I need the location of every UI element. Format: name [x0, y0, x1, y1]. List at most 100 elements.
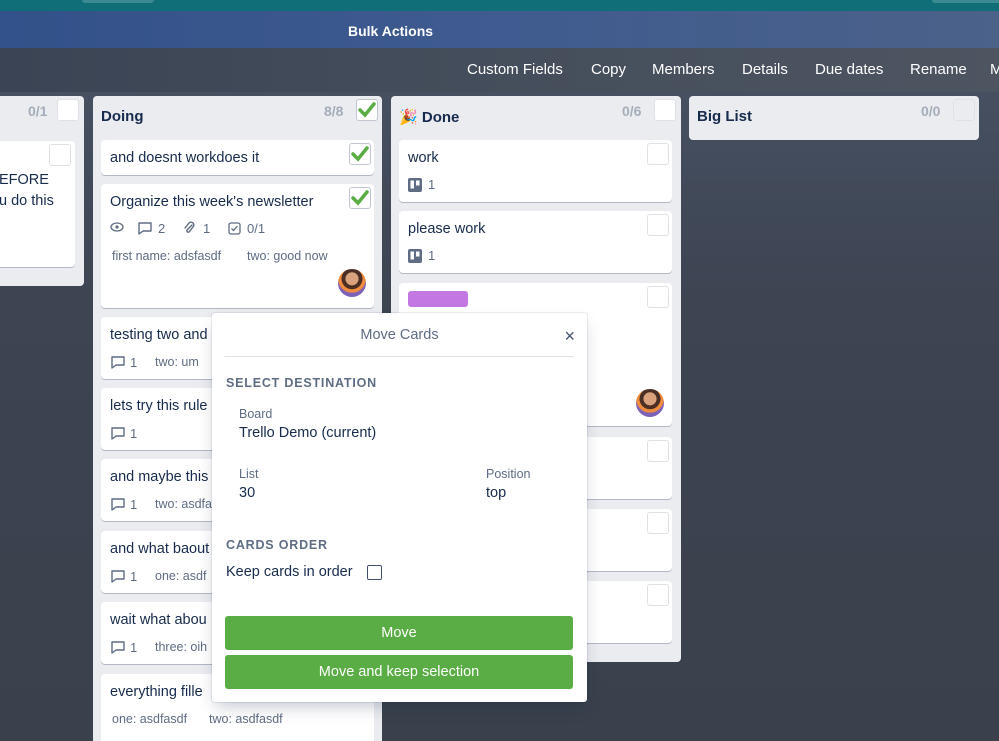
card-title: and what baout: [110, 541, 210, 557]
eye-icon: [110, 222, 124, 232]
card-title: please work: [408, 221, 486, 237]
comment-icon: [111, 498, 125, 511]
comment-icon: [111, 356, 125, 369]
card-select-checkbox[interactable]: [349, 143, 371, 165]
cards-order-heading: CARDS ORDER: [226, 538, 328, 552]
bulk-actions-toolbar: Custom Fields Copy Members Details Due d…: [0, 48, 999, 92]
top-app-bar: [0, 0, 999, 11]
card-title: wait what abou: [110, 612, 207, 628]
list-select[interactable]: 30: [239, 485, 255, 501]
list-left-partial: 0/1 EFORE u do this: [0, 96, 84, 286]
custom-field: two: asdfa: [155, 497, 212, 511]
list-label: List: [239, 467, 259, 481]
keep-order-checkbox[interactable]: [367, 565, 382, 580]
list-select-checkbox[interactable]: [356, 99, 378, 121]
attachment-icon: [184, 221, 195, 233]
custom-field: two: asdfasdf: [209, 712, 283, 726]
move-button[interactable]: Move: [225, 616, 573, 650]
rename-button[interactable]: Rename: [910, 61, 967, 78]
card-select-checkbox[interactable]: [49, 144, 71, 166]
card[interactable]: EFORE u do this: [0, 141, 75, 267]
custom-field: two: um: [155, 355, 199, 369]
trello-board-icon: [408, 249, 422, 263]
checklist-icon: [228, 222, 241, 235]
comment-icon: [111, 570, 125, 583]
list-select-checkbox[interactable]: [654, 99, 676, 121]
list-title: Big List: [697, 108, 752, 125]
list-count: 0/0: [921, 103, 941, 119]
close-icon[interactable]: ×: [564, 326, 575, 347]
list-count: 8/8: [324, 103, 344, 119]
trello-board-icon: [408, 178, 422, 192]
move-and-keep-selection-button[interactable]: Move and keep selection: [225, 655, 573, 689]
copy-button[interactable]: Copy: [591, 61, 626, 78]
custom-field: three: oih: [155, 640, 208, 654]
divider: [225, 356, 574, 357]
list-title: Doing: [101, 108, 144, 125]
avatar[interactable]: [337, 268, 367, 298]
comment-icon: [138, 222, 152, 235]
card[interactable]: work 1: [399, 140, 672, 202]
list-count: 0/1: [28, 103, 48, 119]
card-select-checkbox[interactable]: [349, 187, 371, 209]
board-select[interactable]: Trello Demo (current): [239, 425, 376, 441]
list-big: Big List 0/0: [689, 96, 979, 140]
attachment-count: 1: [203, 221, 211, 236]
card[interactable]: Organize this week's newsletter 2 1 0/1 …: [101, 184, 374, 308]
position-label: Position: [486, 467, 531, 481]
list-select-checkbox[interactable]: [57, 99, 79, 121]
card-select-checkbox[interactable]: [647, 440, 669, 462]
card-select-checkbox[interactable]: [647, 286, 669, 308]
details-button[interactable]: Details: [742, 61, 788, 78]
more-actions-button[interactable]: M: [990, 61, 999, 78]
card-select-checkbox[interactable]: [647, 214, 669, 236]
members-button[interactable]: Members: [652, 61, 715, 78]
select-destination-heading: SELECT DESTINATION: [226, 376, 377, 390]
custom-field: one: asdf: [155, 569, 207, 583]
board-count: 1: [428, 248, 436, 263]
comment-count: 2: [158, 221, 166, 236]
custom-field: one: asdfasdf: [112, 712, 188, 726]
card-title: EFORE: [0, 172, 49, 188]
check-icon: [358, 102, 376, 118]
checklist-count: 0/1: [247, 221, 266, 236]
card-title: Organize this week's newsletter: [110, 194, 314, 210]
due-dates-button[interactable]: Due dates: [815, 61, 883, 78]
popover-title: Move Cards: [360, 327, 439, 343]
card-title: and doesnt workdoes it: [110, 150, 260, 166]
card-title: lets try this rule: [110, 398, 208, 414]
avatar[interactable]: [635, 388, 665, 418]
comment-icon: [111, 641, 125, 654]
comment-count: 1: [130, 355, 138, 370]
board-label: Board: [239, 407, 273, 421]
check-icon: [351, 146, 369, 162]
card-label: [408, 291, 468, 307]
card-select-checkbox[interactable]: [647, 584, 669, 606]
party-emoji-icon: 🎉: [399, 109, 418, 126]
comment-count: 1: [130, 569, 138, 584]
custom-field: first name: adsfasdf: [112, 249, 222, 263]
comment-count: 1: [130, 640, 138, 655]
card[interactable]: please work 1: [399, 211, 672, 273]
card-title: everything fille: [110, 684, 203, 700]
comment-icon: [111, 427, 125, 440]
top-tab[interactable]: [932, 0, 999, 3]
list-select-checkbox[interactable]: [953, 99, 975, 121]
card-title: u do this: [0, 193, 54, 209]
card-select-checkbox[interactable]: [647, 512, 669, 534]
list-count: 0/6: [622, 103, 642, 119]
custom-fields-button[interactable]: Custom Fields: [467, 61, 563, 78]
comment-count: 1: [130, 426, 138, 441]
top-tab[interactable]: [82, 0, 154, 3]
card-select-checkbox[interactable]: [647, 143, 669, 165]
list-title-wrap: 🎉 Done: [399, 108, 459, 126]
position-select[interactable]: top: [486, 485, 506, 501]
board-count: 1: [428, 177, 436, 192]
move-cards-popover: Move Cards × SELECT DESTINATION Board Tr…: [212, 313, 587, 702]
card[interactable]: and doesnt workdoes it: [101, 140, 374, 175]
bulk-actions-bar: Bulk Actions: [0, 11, 999, 48]
comment-count: 1: [130, 497, 138, 512]
check-icon: [351, 190, 369, 206]
card-title: and maybe this: [110, 469, 209, 485]
list-title: Done: [421, 109, 460, 126]
